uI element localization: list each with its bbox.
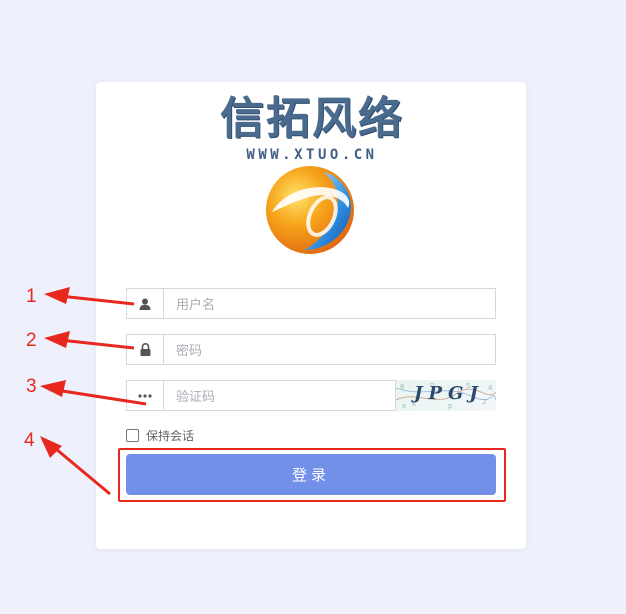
annotation-3: 3 xyxy=(26,376,37,397)
annotation-4: 4 xyxy=(24,430,35,451)
password-row: 密码 xyxy=(126,334,496,365)
login-label: 登录 xyxy=(291,466,330,484)
username-addon xyxy=(126,288,163,319)
password-input[interactable]: 密码 xyxy=(163,334,496,365)
logo-title: 信拓风络 xyxy=(220,93,404,144)
username-input[interactable]: 用户名 xyxy=(163,288,496,319)
lock-icon xyxy=(140,343,150,356)
annotation-2: 2 xyxy=(26,330,37,351)
captcha-image[interactable]: 8kn p52 e41 JPGJ xyxy=(396,380,496,411)
password-addon xyxy=(126,334,163,365)
globe-logo-icon xyxy=(266,166,354,254)
login-button[interactable]: 登录 xyxy=(126,454,496,495)
captcha-placeholder: 验证码 xyxy=(176,390,216,405)
username-row: 用户名 xyxy=(126,288,496,319)
remember-label: 保持会话 xyxy=(146,428,195,443)
remember-session[interactable]: 保持会话 xyxy=(126,426,194,444)
user-icon xyxy=(139,298,151,310)
svg-text:4: 4 xyxy=(488,384,493,392)
ellipsis-icon xyxy=(138,393,152,398)
captcha-text: JPGJ xyxy=(414,383,484,404)
password-placeholder: 密码 xyxy=(176,344,203,359)
captcha-input[interactable]: 验证码 xyxy=(163,380,396,411)
annotation-1: 1 xyxy=(26,286,37,307)
logo-url: WWW.XTUO.CN xyxy=(246,147,378,163)
username-placeholder: 用户名 xyxy=(176,298,216,313)
remember-checkbox[interactable] xyxy=(126,428,139,442)
svg-text:e: e xyxy=(402,402,406,410)
captcha-addon xyxy=(126,380,163,411)
captcha-row: 验证码 xyxy=(126,380,396,411)
